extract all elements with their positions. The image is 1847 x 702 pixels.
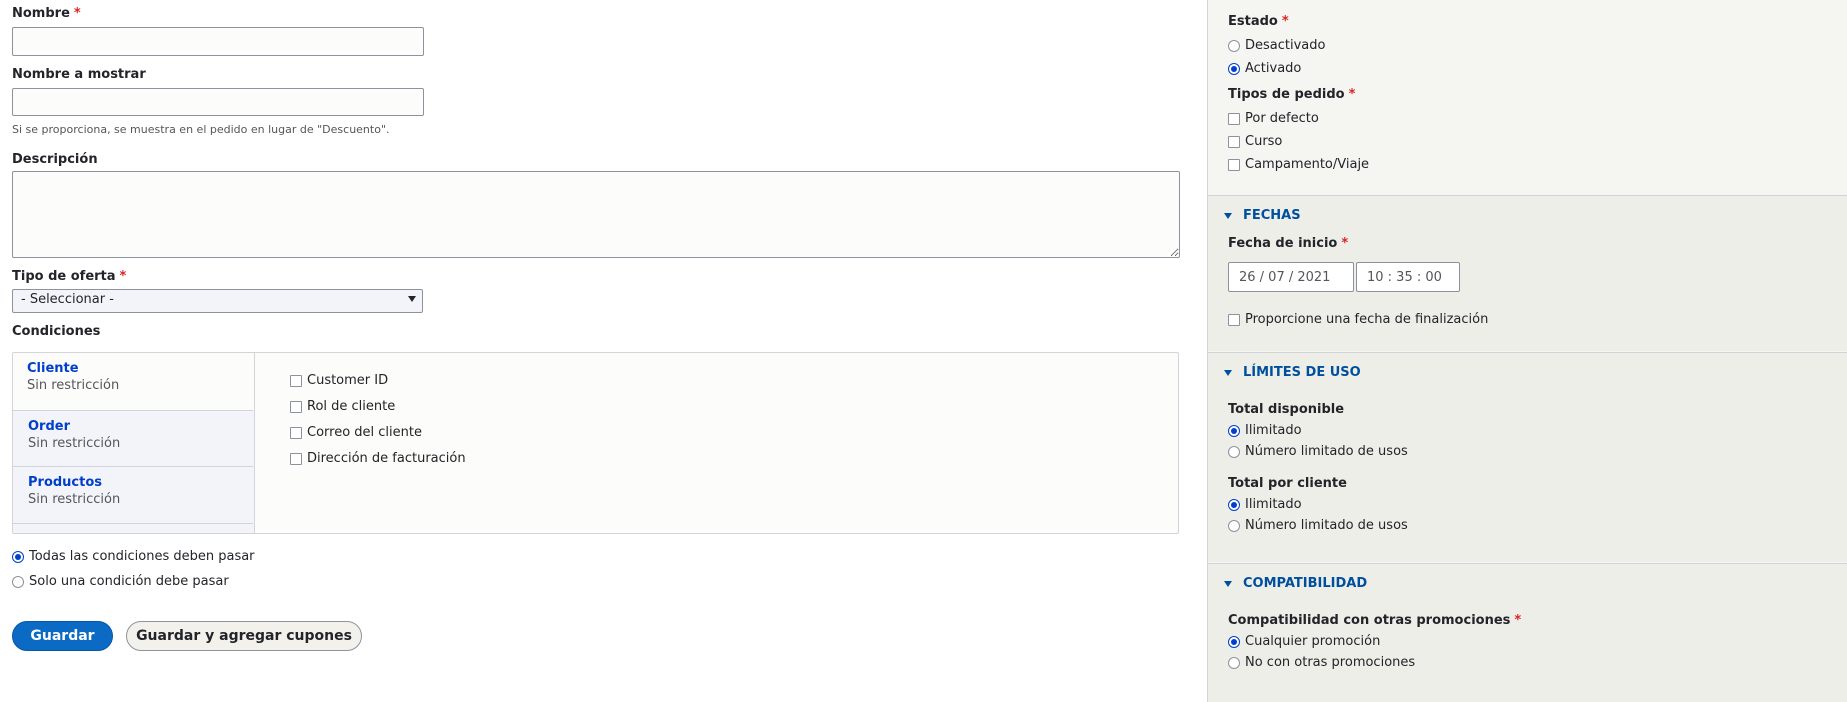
required-marker: * [73, 6, 81, 21]
required-marker: * [119, 269, 127, 284]
compat-none[interactable]: No con otras promociones [1228, 655, 1415, 670]
checkbox[interactable] [1228, 112, 1240, 125]
compat-any[interactable]: Cualquier promoción [1228, 634, 1380, 649]
description-textarea[interactable] [12, 171, 1180, 258]
offer-type-select[interactable]: - Seleccionar - [12, 289, 423, 313]
radio-button[interactable] [12, 550, 24, 563]
required-marker: * [1341, 236, 1349, 251]
save-button[interactable]: Guardar [12, 621, 113, 651]
display-name-label: Nombre a mostrar [12, 67, 146, 82]
checkbox[interactable] [1228, 135, 1240, 148]
tab-productos[interactable]: Productos Sin restricción [13, 467, 253, 524]
compat-section-toggle[interactable]: COMPATIBILIDAD [1224, 576, 1367, 591]
condition-customer-email[interactable]: Correo del cliente [290, 425, 422, 440]
tab-order[interactable]: Order Sin restricción [13, 410, 253, 467]
name-input[interactable] [12, 27, 424, 56]
condition-customer-id[interactable]: Customer ID [290, 373, 388, 388]
checkbox[interactable] [290, 374, 302, 387]
offer-type-label: Tipo de oferta * [12, 269, 127, 284]
end-date-toggle[interactable]: Proporcione una fecha de finalización [1228, 312, 1488, 327]
radio-button[interactable] [1228, 498, 1240, 511]
start-date-label: Fecha de inicio * [1228, 236, 1349, 251]
total-limited[interactable]: Número limitado de usos [1228, 444, 1408, 459]
radio-button[interactable] [1228, 656, 1240, 669]
total-unlimited[interactable]: Ilimitado [1228, 423, 1302, 438]
display-name-input[interactable] [12, 88, 424, 116]
start-time-input[interactable]: 10 : 35 : 00 [1356, 262, 1460, 292]
vertical-tabs-menu: Cliente Sin restricción Order Sin restri… [13, 353, 255, 533]
description-label: Descripción [12, 152, 98, 167]
checkbox[interactable] [1228, 313, 1240, 326]
tab-summary: Sin restricción [28, 492, 121, 507]
radio-button[interactable] [1228, 424, 1240, 437]
checkbox[interactable] [290, 452, 302, 465]
per-customer-unlimited[interactable]: Ilimitado [1228, 497, 1302, 512]
offer-type-selected: - Seleccionar - [21, 292, 114, 307]
condition-billing-address[interactable]: Dirección de facturación [290, 451, 466, 466]
operator-any[interactable]: Solo una condición debe pasar [12, 574, 229, 589]
triangle-down-icon [1224, 369, 1232, 376]
chevron-down-icon [408, 296, 416, 302]
order-types-label: Tipos de pedido * [1228, 87, 1356, 102]
triangle-down-icon [1224, 212, 1232, 219]
triangle-down-icon [1224, 580, 1232, 587]
display-name-hint: Si se proporciona, se muestra en el pedi… [12, 123, 390, 136]
radio-button[interactable] [12, 575, 24, 588]
tab-title: Productos [28, 475, 103, 490]
compat-label: Compatibilidad con otras promociones * [1228, 613, 1522, 628]
radio-button[interactable] [1228, 445, 1240, 458]
tab-summary: Sin restricción [28, 436, 121, 451]
radio-button[interactable] [1228, 635, 1240, 648]
radio-button[interactable] [1228, 62, 1240, 75]
status-label: Estado * [1228, 14, 1289, 29]
save-add-coupons-button[interactable]: Guardar y agregar cupones [126, 621, 362, 651]
order-type-course[interactable]: Curso [1228, 134, 1282, 149]
operator-all[interactable]: Todas las condiciones deben pasar [12, 549, 255, 564]
required-marker: * [1281, 14, 1289, 29]
per-customer-limited[interactable]: Número limitado de usos [1228, 518, 1408, 533]
tab-cliente[interactable]: Cliente Sin restricción [13, 353, 254, 410]
required-marker: * [1348, 87, 1356, 102]
order-type-default[interactable]: Por defecto [1228, 111, 1319, 126]
tab-title: Order [28, 419, 70, 434]
start-date-input[interactable]: 26 / 07 / 2021 [1228, 262, 1354, 292]
condition-customer-role[interactable]: Rol de cliente [290, 399, 395, 414]
total-available-label: Total disponible [1228, 402, 1345, 417]
required-marker: * [1514, 613, 1522, 628]
conditions-label: Condiciones [12, 324, 101, 339]
order-type-camp[interactable]: Campamento/Viaje [1228, 157, 1369, 172]
conditions-vertical-tabs: Cliente Sin restricción Order Sin restri… [12, 352, 1179, 534]
checkbox[interactable] [1228, 158, 1240, 171]
radio-button[interactable] [1228, 519, 1240, 532]
per-customer-label: Total por cliente [1228, 476, 1347, 491]
radio-button[interactable] [1228, 39, 1240, 52]
name-label: Nombre * [12, 6, 81, 21]
tab-title: Cliente [27, 361, 79, 376]
dates-section-toggle[interactable]: FECHAS [1224, 208, 1301, 223]
tab-summary: Sin restricción [27, 378, 120, 393]
status-enabled[interactable]: Activado [1228, 61, 1301, 76]
status-disabled[interactable]: Desactivado [1228, 38, 1325, 53]
checkbox[interactable] [290, 400, 302, 413]
usage-section-toggle[interactable]: LÍMITES DE USO [1224, 365, 1361, 380]
checkbox[interactable] [290, 426, 302, 439]
